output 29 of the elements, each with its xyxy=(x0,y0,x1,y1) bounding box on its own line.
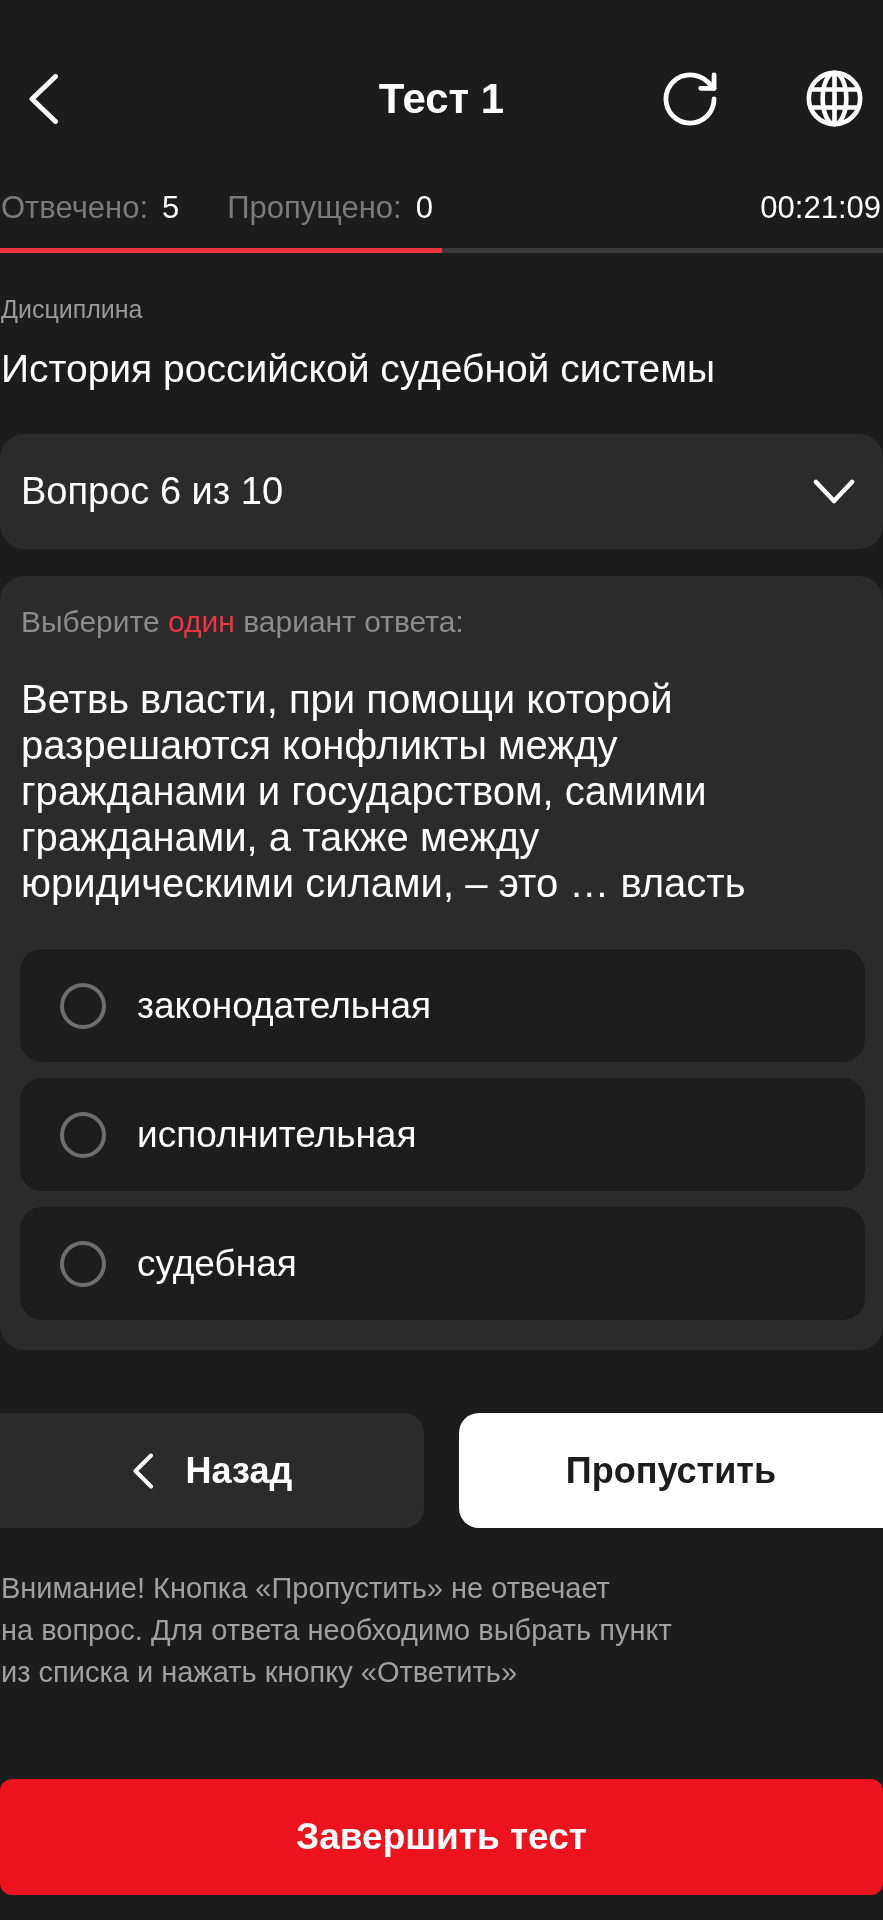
discipline-name: История российской судебной системы xyxy=(0,346,716,392)
page-title: Тест 1 xyxy=(378,73,505,124)
notice-text: Внимание! Кнопка «Пропустить» не отвечает на вопрос. Для ответа необходимо выбрать пункт из списка и нажать кнопку «Ответить» xyxy=(0,1571,673,1690)
finish-button[interactable]: Завершить тест xyxy=(0,1779,883,1895)
chevron-icon xyxy=(813,479,855,504)
back-button[interactable]: Назад xyxy=(0,1413,424,1528)
refresh-icon[interactable] xyxy=(662,71,718,126)
instruction-text: Выберите один вариант ответа: xyxy=(20,606,465,638)
stat-label: Пропущено: xyxy=(227,190,402,226)
radio-icon[interactable] xyxy=(60,1240,106,1287)
radio-icon[interactable] xyxy=(60,1111,106,1158)
option-label: судебная xyxy=(137,1242,297,1285)
answer-option[interactable]: законодательная xyxy=(20,949,865,1062)
answer-option[interactable]: судебная xyxy=(20,1207,865,1320)
back-icon[interactable] xyxy=(29,73,59,124)
globe-icon[interactable] xyxy=(806,70,863,127)
option-label: исполнительная xyxy=(137,1113,417,1156)
stat-value: 0 xyxy=(415,190,433,226)
stat-label: Отвечено: xyxy=(1,190,148,226)
skip-button[interactable]: Пропустить xyxy=(459,1413,883,1528)
chevron-left-icon xyxy=(131,1452,154,1489)
question-text: Ветвь власти, при помощи которой разрешаются конфликты между гражданами и государством, самими гражданами, а также между юридическими силами, – это … власть xyxy=(20,676,747,906)
stat-value: 5 xyxy=(162,190,180,226)
radio-icon[interactable] xyxy=(60,982,106,1029)
option-label: законодательная xyxy=(137,984,432,1027)
question-selector[interactable]: Вопрос 6 из 10 xyxy=(0,434,883,549)
discipline-label: Дисциплина xyxy=(0,294,144,324)
answer-option[interactable]: исполнительная xyxy=(20,1078,865,1191)
timer: 00:21:09 xyxy=(760,190,881,226)
